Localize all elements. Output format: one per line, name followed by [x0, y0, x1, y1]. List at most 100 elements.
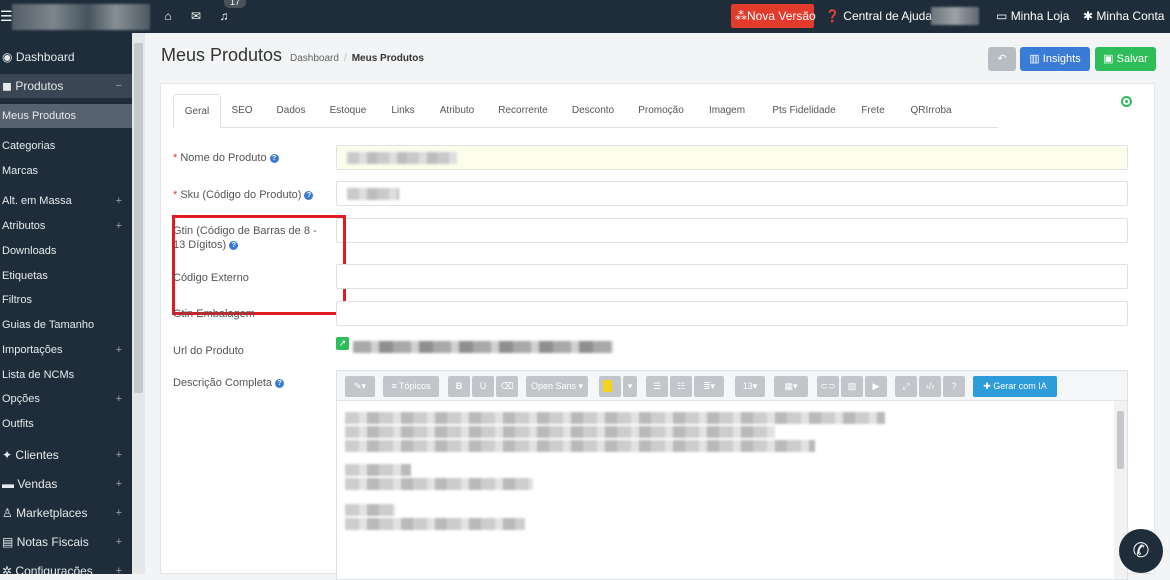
tab-qrirroba[interactable]: QRIrroba [901, 94, 961, 128]
tab-dados[interactable]: Dados [269, 94, 313, 128]
url-produto-value[interactable] [353, 341, 613, 353]
tab-pts-fidelidade[interactable]: Pts Fidelidade [763, 94, 845, 128]
sidebar-item-filtros[interactable]: Filtros [0, 288, 132, 312]
image-icon[interactable]: ▨ [841, 376, 863, 397]
sidebar-item-atributos[interactable]: Atributos + [0, 214, 132, 238]
editor-text-line [345, 518, 525, 530]
help-icon[interactable]: ? [275, 378, 285, 388]
sidebar-item-notas-fiscais[interactable]: ▤ Notas Fiscais + [0, 530, 132, 554]
back-button[interactable]: ↶ [988, 47, 1016, 71]
users-icon: ✦ [2, 448, 13, 462]
sidebar-item-alt-massa[interactable]: Alt. em Massa + [0, 189, 132, 213]
tab-links[interactable]: Links [383, 94, 423, 128]
sidebar-item-label: Alt. em Massa [2, 195, 72, 207]
tab-imagem[interactable]: Imagem [701, 94, 753, 128]
tab-atributo[interactable]: Atributo [431, 94, 483, 128]
sidebar-item-categorias[interactable]: Categorias [0, 134, 132, 158]
sidebar-item-label: Guias de Tamanho [2, 319, 95, 331]
central-ajuda-label: Central de Ajuda [843, 9, 933, 23]
tab-desconto[interactable]: Desconto [565, 94, 621, 128]
font-size-select[interactable]: 13▾ [735, 376, 765, 397]
align-icon[interactable]: ≣▾ [694, 376, 724, 397]
sidebar-item-etiquetas[interactable]: Etiquetas [0, 264, 132, 288]
fullscreen-icon[interactable]: ⤢ [895, 376, 917, 397]
color-dropdown-icon[interactable]: ▾ [623, 376, 637, 397]
sidebar-item-label: Lista de NCMs [2, 369, 75, 381]
table-icon[interactable]: ▦▾ [774, 376, 808, 397]
tab-frete[interactable]: Frete [853, 94, 893, 128]
sidebar-item-downloads[interactable]: Downloads [0, 239, 132, 263]
gtin-input[interactable] [336, 218, 1128, 243]
menu-icon[interactable]: ☰ [0, 6, 13, 26]
bold-button[interactable]: B [448, 376, 470, 397]
whatsapp-icon: ✆ [1132, 540, 1150, 562]
ordered-list-icon[interactable]: ☷ [670, 376, 692, 397]
tab-seo[interactable]: SEO [225, 94, 259, 128]
floppy-icon: ▣ [1103, 53, 1114, 65]
bell-icon[interactable]: ♫ [213, 6, 235, 27]
magic-icon[interactable]: ✎▾ [345, 376, 375, 397]
minha-loja-link[interactable]: ▭ Minha Loja [992, 4, 1073, 28]
central-ajuda-link[interactable]: ❓ Central de Ajuda [821, 4, 936, 28]
expand-icon: + [115, 449, 122, 461]
product-form-panel: Geral SEO Dados Estoque Links Atributo R… [160, 83, 1155, 580]
save-button[interactable]: ▣ Salvar [1095, 47, 1156, 71]
sidebar-item-opcoes[interactable]: Opções + [0, 387, 132, 411]
external-link-icon[interactable]: ↗ [336, 337, 349, 350]
eraser-icon[interactable]: ⌫ [496, 376, 518, 397]
help-button[interactable]: ? [943, 376, 965, 397]
video-icon[interactable]: ▶ [865, 376, 887, 397]
gtin-embalagem-input[interactable] [336, 301, 1128, 326]
unordered-list-icon[interactable]: ☰ [646, 376, 668, 397]
sidebar-item-marketplaces[interactable]: ♙ Marketplaces + [0, 501, 132, 525]
tab-recorrente[interactable]: Recorrente [491, 94, 555, 128]
font-family-select[interactable]: Open Sans ▾ [526, 376, 588, 397]
sidebar-item-lista-ncms[interactable]: Lista de NCMs [0, 363, 132, 387]
minha-conta-link[interactable]: ✱ Minha Conta [1079, 4, 1168, 28]
home-icon[interactable]: ⌂ [157, 6, 179, 27]
sidebar-item-configuracoes[interactable]: ✲ Configurações + [0, 559, 132, 574]
whatsapp-chat-button[interactable]: ✆ [1119, 529, 1163, 573]
code-view-icon[interactable]: ‹/› [919, 376, 941, 397]
required-mark: * [173, 152, 178, 164]
underline-button[interactable]: U [472, 376, 494, 397]
sidebar-item-marcas[interactable]: Marcas [0, 159, 132, 183]
nova-versao-button[interactable]: ⁂Nova Versão [731, 4, 816, 28]
sidebar-item-meus-produtos[interactable]: Meus Produtos [0, 104, 132, 128]
tab-promocao[interactable]: Promoção [631, 94, 691, 128]
tab-geral[interactable]: Geral [173, 94, 221, 129]
editor-scroll-thumb[interactable] [1117, 411, 1124, 469]
sidebar-item-produtos[interactable]: ◼ Produtos − [0, 74, 132, 98]
insights-button[interactable]: ▥ Insights [1020, 47, 1090, 71]
description-editor[interactable]: ✎▾ ≡ Tópicos B U ⌫ Open Sans ▾ ▾ ☰ ☷ ≣▾ … [336, 370, 1128, 580]
help-icon[interactable]: ? [304, 190, 314, 200]
chart-icon: ▥ [1029, 53, 1040, 65]
link-icon[interactable]: ⊂⊃ [817, 376, 839, 397]
sidebar-item-label: Dashboard [15, 50, 75, 64]
help-icon[interactable]: ? [269, 153, 279, 163]
sidebar-item-vendas[interactable]: ▬ Vendas + [0, 472, 132, 496]
mail-icon[interactable]: ✉ [185, 6, 207, 27]
gerar-ia-button[interactable]: ✚ Gerar com IA [973, 376, 1057, 397]
sidebar-item-dashboard[interactable]: ◉ Dashboard [0, 45, 132, 69]
nome-produto-input[interactable] [336, 145, 1128, 170]
sidebar-scroll-thumb[interactable] [134, 43, 143, 393]
sidebar-item-label: Configurações [15, 564, 93, 574]
url-produto-label: Url do Produto [173, 345, 244, 357]
text-color-button[interactable] [599, 376, 621, 397]
topicos-button[interactable]: ≡ Tópicos [383, 376, 439, 397]
invoice-icon: ▤ [2, 535, 14, 549]
codigo-externo-input[interactable] [336, 264, 1128, 289]
sidebar-item-outfits[interactable]: Outfits [0, 412, 132, 436]
sidebar-item-label: Filtros [2, 294, 32, 306]
store-logo [12, 4, 150, 30]
collapse-icon: − [115, 80, 122, 92]
sku-input[interactable] [336, 181, 1128, 206]
insights-label: Insights [1042, 53, 1081, 65]
breadcrumb-dashboard[interactable]: Dashboard [290, 53, 339, 64]
sidebar-item-clientes[interactable]: ✦ Clientes + [0, 443, 132, 467]
sidebar-item-importacoes[interactable]: Importações + [0, 338, 132, 362]
sidebar-item-guias-tamanho[interactable]: Guias de Tamanho [0, 313, 132, 337]
tab-estoque[interactable]: Estoque [323, 94, 373, 128]
store-name [931, 7, 979, 25]
